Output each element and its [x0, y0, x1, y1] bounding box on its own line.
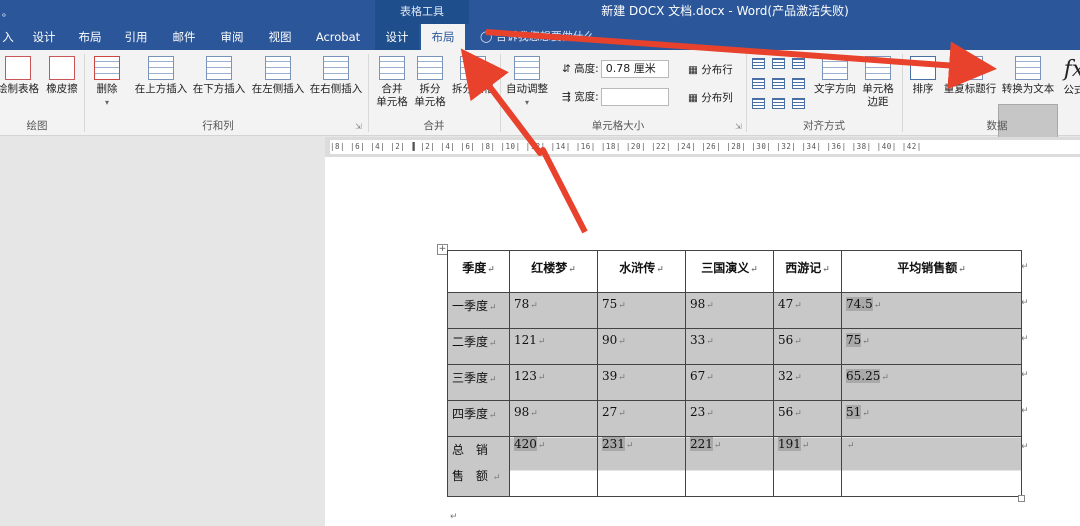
arrow-to-convert-button	[485, 29, 997, 90]
arrow-to-layout-tab	[460, 48, 588, 234]
annotation-arrows	[460, 29, 997, 234]
